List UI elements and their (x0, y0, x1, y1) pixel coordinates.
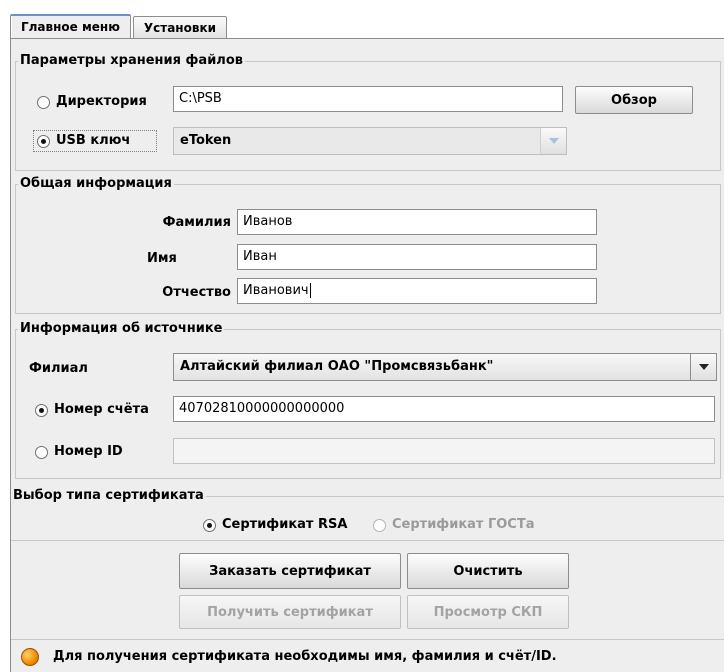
usb-key-value: eToken (180, 133, 232, 148)
directory-input[interactable]: C:\PSB (173, 86, 563, 112)
rsa-radio[interactable]: Сертификат RSA (203, 517, 347, 533)
order-certificate-button[interactable]: Заказать сертификат (179, 553, 401, 589)
account-radio-label: Номер счёта (54, 402, 149, 417)
view-skp-button[interactable]: Просмотр СКП (407, 595, 569, 629)
tab-main-menu[interactable]: Главное меню (10, 14, 131, 38)
tab-bar: Главное меню Установки (10, 14, 229, 38)
id-input[interactable] (173, 438, 715, 464)
name-label: Имя (147, 251, 177, 266)
patronymic-input[interactable]: Иванович (237, 278, 597, 304)
tab-settings[interactable]: Установки (132, 16, 227, 38)
source-group-title: Информация об источнике (18, 321, 225, 337)
usb-radio-label: USB ключ (56, 133, 131, 148)
warning-dot-icon (21, 648, 39, 666)
id-radio[interactable]: Номер ID (35, 444, 123, 460)
branch-value: Алтайский филиал ОАО "Промсвязьбанк" (180, 359, 494, 374)
status-message: Для получения сертификата необходимы имя… (53, 649, 557, 664)
gost-radio-dot (373, 518, 386, 532)
id-radio-label: Номер ID (54, 444, 123, 459)
get-certificate-button[interactable]: Получить сертификат (179, 595, 401, 629)
patronymic-value: Иванович (243, 283, 309, 298)
directory-radio[interactable]: Директория (37, 94, 147, 110)
branch-label: Филиал (29, 361, 88, 376)
clear-button[interactable]: Очистить (407, 553, 569, 589)
name-input[interactable]: Иван (237, 244, 597, 270)
rsa-radio-dot (203, 518, 216, 532)
usb-radio[interactable]: USB ключ (37, 133, 130, 149)
branch-select[interactable]: Алтайский филиал ОАО "Промсвязьбанк" (173, 353, 717, 381)
storage-group-title: Параметры хранения файлов (18, 53, 245, 69)
account-input[interactable]: 40702810000000000000 (173, 396, 715, 422)
status-top-border (11, 639, 724, 640)
rsa-radio-label: Сертификат RSA (222, 517, 348, 532)
main-panel: Параметры хранения файлов Директория C:\… (10, 38, 724, 672)
usb-key-select[interactable]: eToken (173, 127, 567, 155)
branch-dropdown-arrow[interactable] (690, 354, 716, 380)
text-caret (309, 283, 311, 298)
actions-top-border (11, 540, 724, 541)
chevron-down-icon (698, 364, 709, 370)
general-group-title: Общая информация (18, 176, 174, 192)
directory-radio-dot (37, 95, 50, 109)
directory-radio-label: Директория (56, 94, 147, 109)
account-radio-dot (35, 403, 48, 417)
surname-label: Фамилия (162, 215, 231, 230)
surname-input[interactable]: Иванов (237, 209, 597, 235)
id-radio-dot (35, 445, 48, 459)
gost-radio-label: Сертификат ГОСТа (392, 517, 535, 532)
account-radio[interactable]: Номер счёта (35, 402, 149, 418)
certificate-type-title: Выбор типа сертификата (11, 488, 206, 504)
gost-radio[interactable]: Сертификат ГОСТа (373, 517, 535, 533)
usb-key-dropdown-arrow[interactable] (540, 128, 566, 154)
browse-button[interactable]: Обзор (575, 86, 693, 114)
chevron-down-icon (548, 138, 559, 144)
usb-radio-dot (37, 134, 50, 148)
patronymic-label: Отчество (162, 285, 231, 300)
